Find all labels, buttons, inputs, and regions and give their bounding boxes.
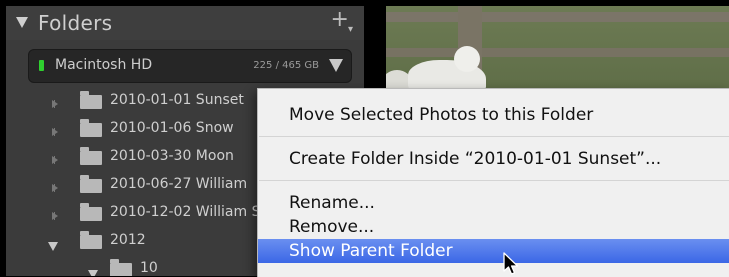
mouse-pointer-icon [503, 252, 519, 275]
disclosure-expanded-icon[interactable] [48, 242, 58, 251]
menu-item-label: Show Parent Folder [289, 241, 453, 261]
photo-fence-rail [386, 48, 729, 57]
folder-icon [80, 91, 102, 109]
disclosure-collapsed-icon[interactable] [52, 100, 58, 108]
menu-item-rename[interactable]: Rename... [258, 191, 729, 215]
folders-panel-header[interactable]: Folders +▾ [6, 6, 364, 40]
folder-icon [80, 231, 102, 249]
disclosure-collapsed-icon[interactable] [52, 156, 58, 164]
menu-item-label: Remove... [289, 217, 375, 237]
folder-icon [80, 119, 102, 137]
panel-title: Folders [38, 11, 113, 35]
disclosure-collapsed-icon[interactable] [52, 212, 58, 220]
collapse-triangle-icon[interactable] [16, 17, 28, 28]
folder-label: 2010-01-06 Snow [110, 120, 234, 136]
menu-item-label: Rename... [289, 193, 375, 213]
photo-fence-rail [386, 12, 729, 22]
add-folder-button[interactable]: +▾ [330, 7, 354, 36]
context-menu: Move Selected Photos to this Folder Crea… [257, 88, 729, 277]
photo-dog-head [454, 46, 480, 72]
folder-label: 2010-06-27 William [110, 176, 248, 192]
disclosure-collapsed-icon[interactable] [52, 128, 58, 136]
menu-separator [259, 180, 729, 181]
volume-dropdown-icon[interactable] [329, 59, 343, 72]
folder-label: 10 [140, 260, 158, 276]
menu-item-create-folder-inside[interactable]: Create Folder Inside “2010-01-01 Sunset”… [258, 147, 729, 171]
menu-item-move-selected-photos[interactable]: Move Selected Photos to this Folder [258, 103, 729, 127]
folder-icon [80, 175, 102, 193]
menu-item-show-parent-folder[interactable]: Show Parent Folder [258, 239, 729, 263]
folder-label: 2010-03-30 Moon [110, 148, 234, 164]
disclosure-expanded-icon[interactable] [88, 270, 98, 276]
menu-separator [259, 136, 729, 137]
plus-icon: + [330, 7, 349, 32]
menu-item-label: Move Selected Photos to this Folder [289, 105, 594, 125]
add-menu-chevron-icon: ▾ [347, 24, 353, 35]
volume-header[interactable]: Macintosh HD 225 / 465 GB [28, 49, 352, 83]
menu-item-remove[interactable]: Remove... [258, 215, 729, 239]
volume-name: Macintosh HD [55, 57, 153, 73]
folder-label: 2012 [110, 232, 146, 248]
volume-status-indicator [39, 60, 44, 71]
menu-item-label: Create Folder Inside “2010-01-01 Sunset”… [289, 149, 662, 169]
disclosure-collapsed-icon[interactable] [52, 184, 58, 192]
folder-icon [80, 147, 102, 165]
volume-usage: 225 / 465 GB [253, 60, 319, 71]
folder-label: 2010-01-01 Sunset [110, 92, 244, 108]
folder-icon [110, 259, 132, 276]
folder-label: 2010-12-02 William S [110, 204, 261, 220]
folder-icon [80, 203, 102, 221]
